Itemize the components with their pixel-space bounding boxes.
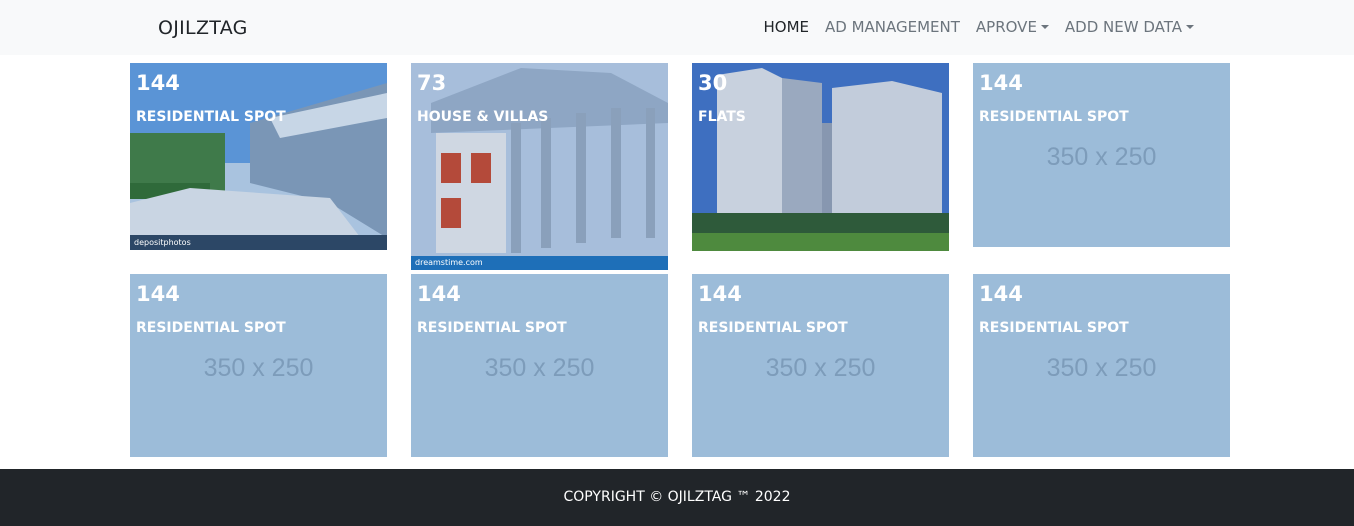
footer: COPYRIGHT © OJILZTAG ™ 2022 — [0, 469, 1354, 526]
copyright-text: COPYRIGHT © OJILZTAG ™ 2022 — [563, 489, 791, 505]
card-count: 144 — [136, 71, 180, 95]
nav-aprove-dropdown[interactable]: APROVE — [976, 18, 1049, 36]
watermark-text: dreamstime.com — [415, 258, 483, 267]
nav-ad-management[interactable]: AD MANAGEMENT — [825, 18, 960, 36]
card-residential-spot[interactable]: 144 RESIDENTIAL SPOT 350 x 250 — [973, 63, 1230, 247]
nav-add-new-data-dropdown[interactable]: ADD NEW DATA — [1065, 18, 1194, 36]
placeholder-text: 350 x 250 — [1046, 143, 1157, 171]
card-count: 144 — [979, 282, 1023, 306]
watermark-text: depositphotos — [134, 238, 191, 247]
card-residential-spot[interactable]: depositphotos 144 RESIDENTIAL SPOT — [130, 63, 387, 250]
card-house-villas[interactable]: dreamstime.com 73 HOUSE & VILLAS — [411, 63, 668, 270]
card-count: 144 — [979, 71, 1023, 95]
card-residential-spot[interactable]: 144 RESIDENTIAL SPOT 350 x 250 — [692, 274, 949, 457]
card-label: RESIDENTIAL SPOT — [698, 320, 848, 336]
placeholder-text: 350 x 250 — [203, 354, 314, 382]
navbar: OJILZTAG HOME AD MANAGEMENT APROVE ADD N… — [0, 0, 1354, 55]
card-residential-spot[interactable]: 144 RESIDENTIAL SPOT 350 x 250 — [973, 274, 1230, 457]
card-residential-spot[interactable]: 144 RESIDENTIAL SPOT 350 x 250 — [130, 274, 387, 457]
card-count: 73 — [417, 71, 447, 95]
card-image — [692, 63, 949, 251]
card-residential-spot[interactable]: 144 RESIDENTIAL SPOT 350 x 250 — [411, 274, 668, 457]
nav-home[interactable]: HOME — [763, 18, 809, 36]
brand-link[interactable]: OJILZTAG — [158, 17, 248, 39]
card-label: FLATS — [698, 109, 746, 125]
card-count: 30 — [698, 71, 728, 95]
card-count: 144 — [417, 282, 461, 306]
card-label: RESIDENTIAL SPOT — [417, 320, 567, 336]
caret-down-icon — [1040, 25, 1049, 29]
card-label: RESIDENTIAL SPOT — [979, 320, 1129, 336]
caret-down-icon — [1186, 25, 1194, 29]
placeholder-text: 350 x 250 — [484, 354, 595, 382]
card-label: RESIDENTIAL SPOT — [136, 109, 286, 125]
nav-aprove-label: APROVE — [975, 18, 1037, 36]
card-label: RESIDENTIAL SPOT — [136, 320, 286, 336]
card-count: 144 — [136, 282, 180, 306]
placeholder-text: 350 x 250 — [765, 354, 876, 382]
nav-add-new-data-label: ADD NEW DATA — [1064, 18, 1182, 36]
card-count: 144 — [698, 282, 742, 306]
placeholder-text: 350 x 250 — [1046, 354, 1157, 382]
nav-menu: HOME AD MANAGEMENT APROVE ADD NEW DATA — [763, 18, 1194, 36]
card-image — [411, 63, 668, 270]
card-flats[interactable]: 30 FLATS — [692, 63, 949, 251]
card-label: HOUSE & VILLAS — [417, 109, 549, 125]
card-label: RESIDENTIAL SPOT — [979, 109, 1129, 125]
